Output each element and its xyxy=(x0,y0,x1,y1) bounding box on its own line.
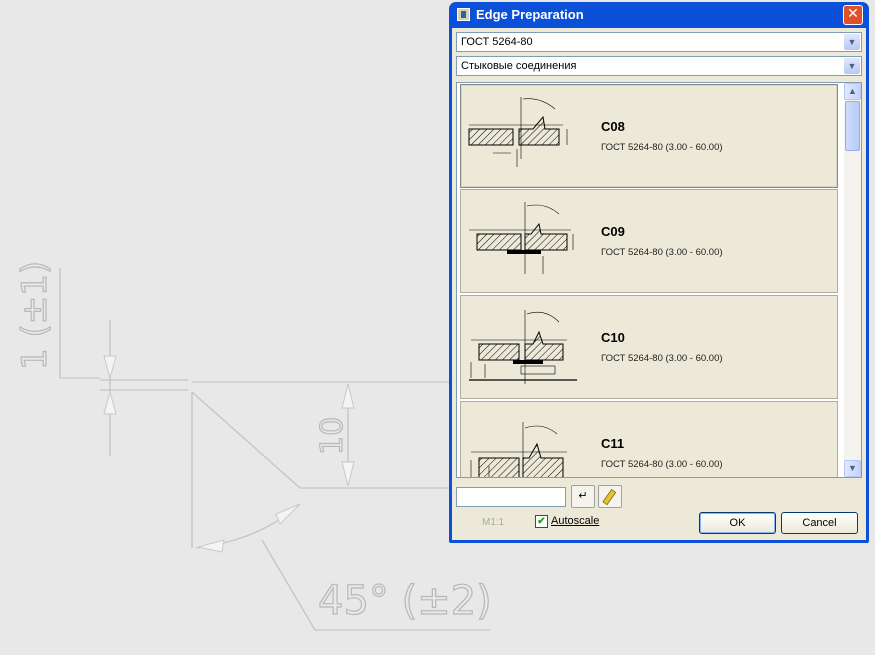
standard-select-value: ГОСТ 5264-80 xyxy=(461,36,533,48)
dim-vertical-text: 1 (±1) xyxy=(15,261,55,370)
item-code: C08 xyxy=(601,119,625,134)
ok-button[interactable]: OK xyxy=(699,512,776,534)
cancel-button[interactable]: Cancel xyxy=(781,512,858,534)
item-standard: ГОСТ 5264-80 (3.00 - 60.00) xyxy=(601,353,723,364)
dialog-title: Edge Preparation xyxy=(476,7,584,22)
item-code: C10 xyxy=(601,330,625,345)
ruler-icon xyxy=(602,488,617,506)
item-standard: ГОСТ 5264-80 (3.00 - 60.00) xyxy=(601,247,723,258)
item-standard: ГОСТ 5264-80 (3.00 - 60.00) xyxy=(601,142,723,153)
list-item-c09[interactable]: C09 ГОСТ 5264-80 (3.00 - 60.00) xyxy=(460,189,838,293)
list-item-c08[interactable]: C08 ГОСТ 5264-80 (3.00 - 60.00) xyxy=(460,84,838,188)
title-bar[interactable]: Edge Preparation ✕ xyxy=(452,2,866,28)
checkmark-icon: ✔ xyxy=(535,515,548,528)
app-icon xyxy=(457,8,470,21)
standard-select[interactable]: ГОСТ 5264-80 ▼ xyxy=(456,32,862,52)
item-code: C09 xyxy=(601,224,625,239)
dimension-lines xyxy=(59,268,490,631)
chevron-down-icon[interactable]: ▼ xyxy=(844,460,861,477)
weld-thumbnail xyxy=(468,97,568,167)
dim-angle-text: 45° (±2) xyxy=(318,578,492,624)
list-item-c11[interactable]: C11 ГОСТ 5264-80 (3.00 - 60.00) xyxy=(460,401,838,477)
close-button[interactable]: ✕ xyxy=(843,5,863,25)
weld-thumbnail xyxy=(470,422,567,477)
edge-type-list[interactable]: C08 ГОСТ 5264-80 (3.00 - 60.00) C09 ГОСТ… xyxy=(456,82,862,478)
chevron-down-icon[interactable]: ▼ xyxy=(844,58,860,74)
enter-icon: ↵ xyxy=(578,490,588,502)
scrollbar-thumb[interactable] xyxy=(845,101,860,151)
joint-type-select[interactable]: Стыковые соединения ▼ xyxy=(456,56,862,76)
measure-button[interactable] xyxy=(598,485,622,508)
item-code: C11 xyxy=(601,436,625,451)
list-item-c10[interactable]: C10 ГОСТ 5264-80 (3.00 - 60.00) xyxy=(460,295,838,399)
chevron-up-icon[interactable]: ▲ xyxy=(844,83,861,100)
dialog-client-area: ГОСТ 5264-80 ▼ Стыковые соединения ▼ C08… xyxy=(452,28,866,540)
autoscale-label: Autoscale xyxy=(551,515,600,527)
chevron-down-icon[interactable]: ▼ xyxy=(844,34,860,50)
list-scrollbar[interactable]: ▲ ▼ xyxy=(844,83,861,477)
dim-depth-text: 10 xyxy=(315,417,350,455)
joint-type-select-value: Стыковые соединения xyxy=(461,60,577,72)
edge-preparation-dialog: Edge Preparation ✕ ГОСТ 5264-80 ▼ Стыков… xyxy=(449,2,869,543)
close-icon: ✕ xyxy=(847,6,859,22)
apply-button[interactable]: ↵ xyxy=(571,485,595,508)
scale-label: M1:1 xyxy=(482,517,505,528)
item-standard: ГОСТ 5264-80 (3.00 - 60.00) xyxy=(601,459,723,470)
weld-thumbnail xyxy=(469,310,577,384)
weld-thumbnail xyxy=(469,202,574,274)
value-input[interactable] xyxy=(456,487,566,507)
